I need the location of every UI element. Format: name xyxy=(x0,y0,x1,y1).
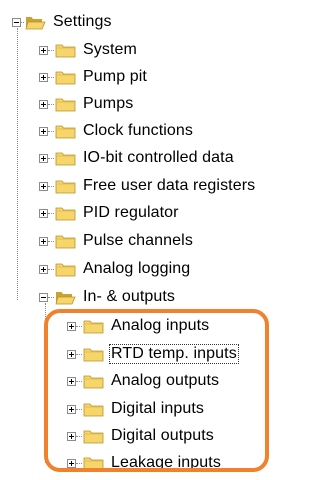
tree-connector xyxy=(48,130,54,132)
tree-connector xyxy=(48,240,54,242)
expand-icon[interactable] xyxy=(39,126,48,136)
tree-connector-root xyxy=(17,28,18,300)
tree-item-label: Pump pit xyxy=(83,68,147,85)
folder-icon xyxy=(55,98,76,111)
tree-connector xyxy=(48,103,54,105)
folder-icon xyxy=(55,263,76,276)
folder-open-icon xyxy=(55,291,76,304)
tree-connector xyxy=(48,49,54,51)
expand-icon[interactable] xyxy=(39,264,48,274)
expand-icon[interactable] xyxy=(39,236,48,246)
folder-icon xyxy=(55,207,76,220)
tree-item-analog-logging[interactable]: Analog logging xyxy=(39,256,192,282)
tree-item-label: Settings xyxy=(53,13,112,30)
collapse-icon[interactable] xyxy=(39,292,48,302)
settings-tree: Settings System Pump pit Pumps Clock fun… xyxy=(0,0,279,480)
tree-item-in-outputs[interactable]: In- & outputs xyxy=(39,284,177,310)
folder-icon xyxy=(55,44,76,57)
folder-open-icon xyxy=(25,16,46,29)
tree-connector xyxy=(48,296,54,298)
tree-item-label: In- & outputs xyxy=(83,288,176,305)
tree-item-pid-regulator[interactable]: PID regulator xyxy=(39,200,181,226)
tree-connector xyxy=(48,185,54,187)
expand-icon[interactable] xyxy=(39,45,48,55)
tree-item-pumps[interactable]: Pumps xyxy=(39,91,135,117)
tree-item-label: Analog logging xyxy=(83,260,191,277)
expand-icon[interactable] xyxy=(39,99,48,109)
tree-item-label: PID regulator xyxy=(83,204,179,221)
tree-item-free-user-data-registers[interactable]: Free user data registers xyxy=(39,173,257,199)
tree-item-label: Pumps xyxy=(83,95,134,112)
tree-item-label: IO-bit controlled data xyxy=(83,149,234,166)
expand-icon[interactable] xyxy=(39,153,48,163)
folder-icon xyxy=(55,125,76,138)
tree-item-pulse-channels[interactable]: Pulse channels xyxy=(39,228,195,254)
collapse-icon[interactable] xyxy=(12,17,21,27)
tree-item-clock-functions[interactable]: Clock functions xyxy=(39,118,195,144)
tree-item-settings[interactable]: Settings xyxy=(12,9,114,35)
folder-icon xyxy=(55,71,76,84)
expand-icon[interactable] xyxy=(39,72,48,82)
tree-item-system[interactable]: System xyxy=(39,37,139,63)
tree-item-label: System xyxy=(83,41,137,58)
expand-icon[interactable] xyxy=(39,208,48,218)
tree-connector xyxy=(48,157,54,159)
tree-connector xyxy=(48,268,54,270)
tree-item-label: Pulse channels xyxy=(83,232,193,249)
tree-item-io-bit-controlled-data[interactable]: IO-bit controlled data xyxy=(39,145,236,171)
tree-connector xyxy=(21,21,24,23)
folder-icon xyxy=(55,180,76,193)
tree-item-label: Clock functions xyxy=(83,122,193,139)
folder-icon xyxy=(55,235,76,248)
expand-icon[interactable] xyxy=(39,181,48,191)
tree-connector xyxy=(48,76,54,78)
highlight-annotation xyxy=(44,309,269,472)
tree-connector xyxy=(48,212,54,214)
tree-item-pump-pit[interactable]: Pump pit xyxy=(39,64,149,90)
tree-item-label: Free user data registers xyxy=(83,177,256,194)
folder-icon xyxy=(55,152,76,165)
